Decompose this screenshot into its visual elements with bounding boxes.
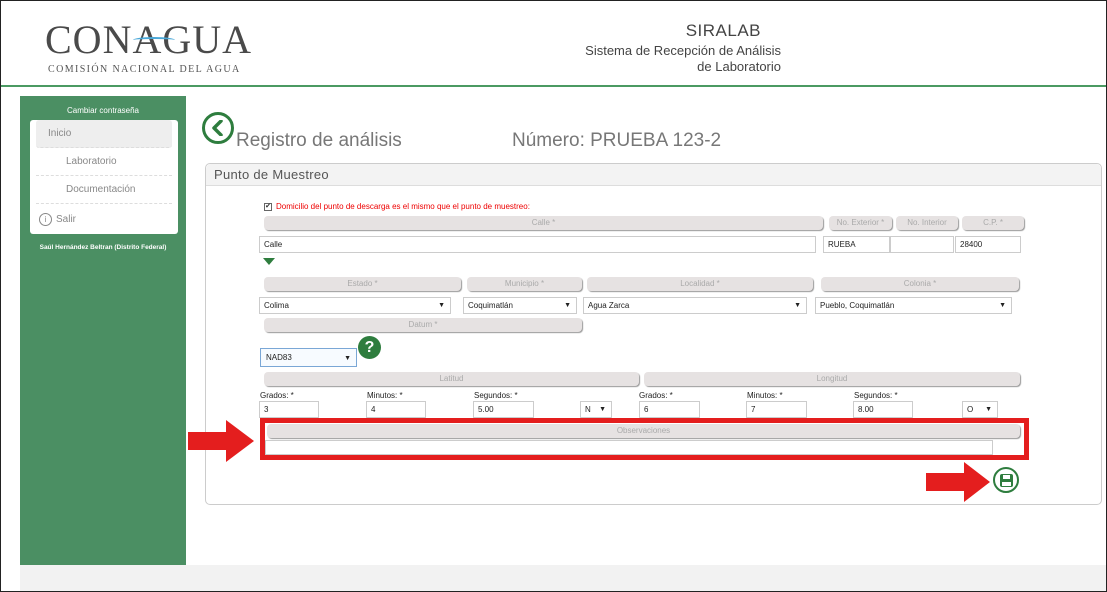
floppy-disk-icon bbox=[1000, 474, 1013, 487]
longitud-label: Longitud bbox=[644, 372, 1020, 386]
latitud-label: Latitud bbox=[264, 372, 639, 386]
lat-hemisphere-value: N bbox=[585, 405, 591, 414]
lat-segundos-input[interactable]: 5.00 bbox=[473, 401, 534, 418]
lon-hemisphere-value: O bbox=[967, 405, 974, 414]
lon-grados-label: Grados: * bbox=[639, 391, 673, 400]
sidebar-item-label: Salir bbox=[56, 214, 77, 225]
chevron-down-icon: ▼ bbox=[999, 302, 1006, 309]
expand-triangle-icon[interactable] bbox=[263, 258, 275, 265]
lon-hemisphere-select[interactable]: O ▼ bbox=[962, 401, 998, 418]
logo-wave-icon bbox=[133, 37, 175, 43]
localidad-select[interactable]: Agua Zarca ▼ bbox=[583, 297, 807, 314]
colonia-label: Colonia * bbox=[821, 277, 1019, 291]
municipio-select[interactable]: Coquimatlán ▼ bbox=[463, 297, 577, 314]
same-address-checkbox[interactable]: ✔ bbox=[264, 203, 272, 211]
estado-value: Colima bbox=[264, 301, 289, 310]
no-interior-label: No. Interior bbox=[896, 216, 958, 230]
power-icon: i bbox=[39, 213, 52, 226]
localidad-value: Agua Zarca bbox=[588, 301, 630, 310]
lat-grados-input[interactable]: 3 bbox=[259, 401, 319, 418]
chevron-down-icon: ▼ bbox=[599, 406, 606, 413]
datum-select[interactable]: NAD83 ▼ bbox=[260, 348, 357, 367]
chevron-down-icon: ▼ bbox=[794, 302, 801, 309]
sidebar-item-laboratorio[interactable]: Laboratorio bbox=[36, 148, 172, 176]
lon-segundos-input[interactable]: 8.00 bbox=[853, 401, 913, 418]
calle-label: Calle * bbox=[264, 216, 823, 230]
calle-input[interactable]: Calle bbox=[259, 236, 816, 253]
estado-select[interactable]: Colima ▼ bbox=[259, 297, 451, 314]
annotation-arrow-left-icon bbox=[188, 420, 254, 462]
sidebar-item-inicio[interactable]: Inicio bbox=[36, 120, 172, 148]
cp-label: C.P. * bbox=[962, 216, 1024, 230]
footer-strip bbox=[20, 565, 1106, 591]
save-button[interactable] bbox=[993, 467, 1019, 493]
colonia-value: Pueblo, Coquimatlán bbox=[820, 301, 895, 310]
app-description-line2: de Laboratorio bbox=[697, 59, 781, 74]
app-description-line1: Sistema de Recepción de Análisis bbox=[585, 43, 781, 58]
header: CONAGUA COMISIÓN NACIONAL DEL AGUA SIRAL… bbox=[1, 1, 1106, 87]
lon-grados-input[interactable]: 6 bbox=[639, 401, 700, 418]
sidebar: Cambiar contraseña Inicio Laboratorio Do… bbox=[20, 96, 186, 565]
chevron-down-icon: ▼ bbox=[985, 406, 992, 413]
lon-segundos-label: Segundos: * bbox=[854, 391, 898, 400]
panel-heading: Punto de Muestreo bbox=[206, 164, 1101, 186]
no-interior-input[interactable] bbox=[890, 236, 954, 253]
annotation-arrow-save-icon bbox=[926, 462, 990, 502]
cp-input[interactable]: 28400 bbox=[955, 236, 1021, 253]
sidebar-item-salir[interactable]: i Salir bbox=[36, 206, 172, 234]
back-button[interactable] bbox=[202, 112, 234, 144]
lat-grados-label: Grados: * bbox=[260, 391, 294, 400]
estado-label: Estado * bbox=[264, 277, 461, 291]
colonia-select[interactable]: Pueblo, Coquimatlán ▼ bbox=[815, 297, 1012, 314]
same-address-label: Domicilio del punto de descarga es el mi… bbox=[276, 202, 530, 211]
sidebar-item-documentacion[interactable]: Documentación bbox=[36, 176, 172, 204]
municipio-label: Municipio * bbox=[467, 277, 582, 291]
lat-minutos-input[interactable]: 4 bbox=[366, 401, 426, 418]
annotation-highlight-box bbox=[260, 418, 1029, 460]
record-number: Número: PRUEBA 123-2 bbox=[512, 130, 722, 151]
datum-label: Datum * bbox=[264, 318, 582, 332]
municipio-value: Coquimatlán bbox=[468, 301, 513, 310]
no-exterior-input[interactable]: RUEBA bbox=[823, 236, 890, 253]
current-user: Saúl Hernández Beltran (Distrito Federal… bbox=[39, 244, 167, 251]
logo-subtitle: COMISIÓN NACIONAL DEL AGUA bbox=[48, 64, 241, 75]
localidad-label: Localidad * bbox=[587, 277, 813, 291]
chevron-left-icon bbox=[212, 120, 223, 136]
sidebar-menu: Inicio Laboratorio Documentación i Salir bbox=[30, 120, 178, 234]
page-title: Registro de análisis bbox=[236, 130, 402, 151]
help-icon[interactable]: ? bbox=[358, 336, 381, 359]
chevron-down-icon: ▼ bbox=[438, 302, 445, 309]
lon-minutos-input[interactable]: 7 bbox=[746, 401, 807, 418]
app-title: SIRALAB bbox=[685, 21, 761, 40]
datum-value: NAD83 bbox=[266, 353, 292, 362]
lon-minutos-label: Minutos: * bbox=[747, 391, 783, 400]
lat-hemisphere-select[interactable]: N ▼ bbox=[580, 401, 612, 418]
no-exterior-label: No. Exterior * bbox=[829, 216, 892, 230]
change-password-link[interactable]: Cambiar contraseña bbox=[20, 106, 186, 115]
chevron-down-icon: ▼ bbox=[564, 302, 571, 309]
lat-segundos-label: Segundos: * bbox=[474, 391, 518, 400]
lat-minutos-label: Minutos: * bbox=[367, 391, 403, 400]
chevron-down-icon: ▼ bbox=[344, 355, 351, 362]
